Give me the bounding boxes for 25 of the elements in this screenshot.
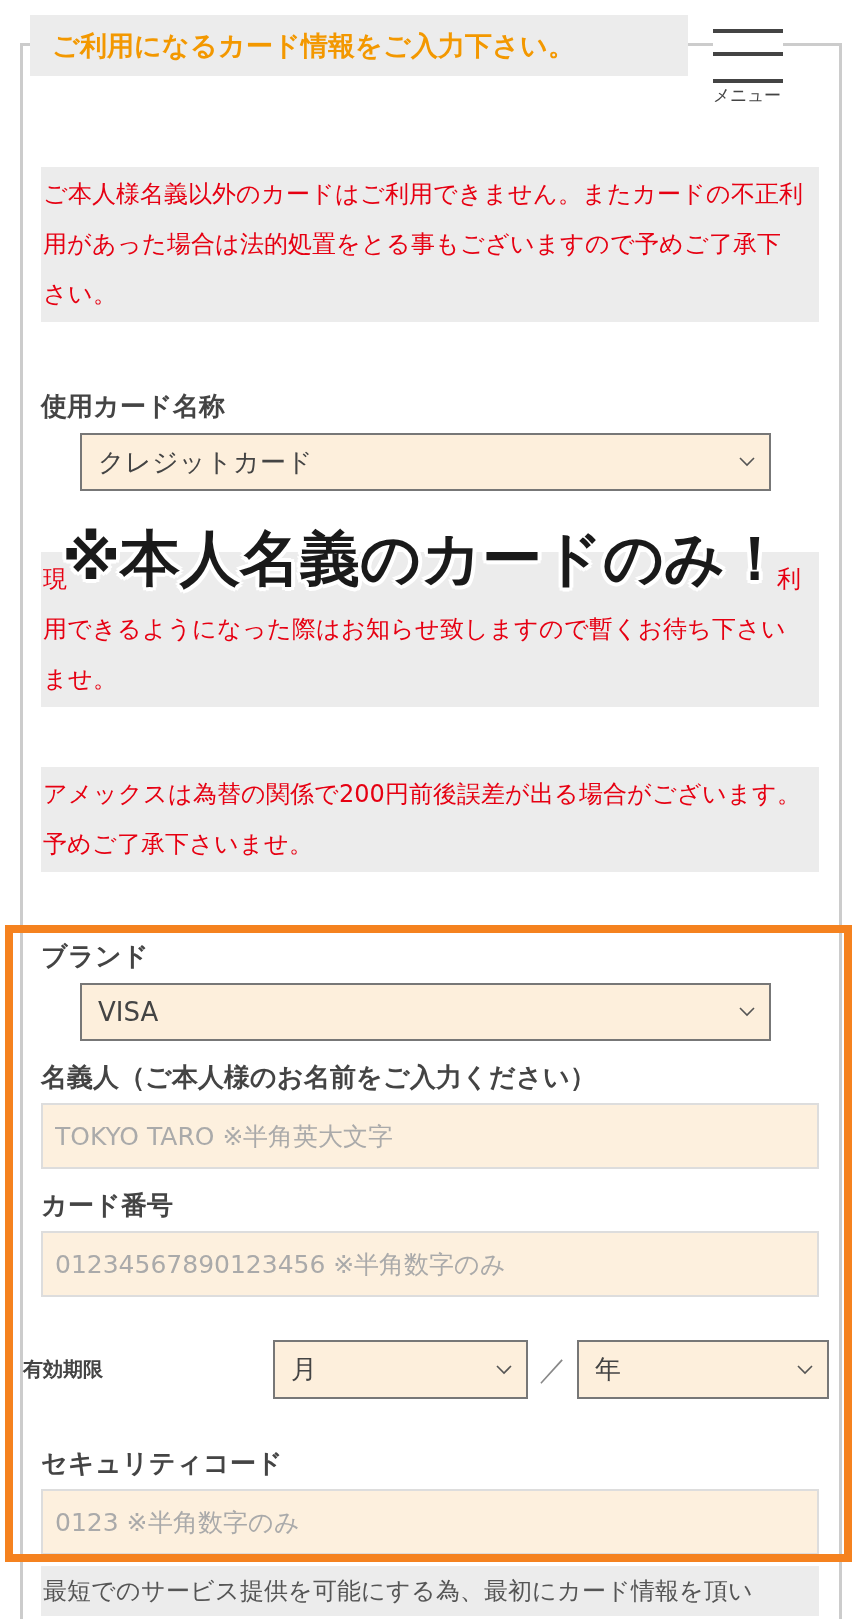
dropdown[interactable]: VISA bbox=[80, 983, 771, 1041]
notice-fragment: 利 bbox=[777, 564, 801, 595]
input-field[interactable]: TOKYO TARO ※半角英大文字 bbox=[41, 1103, 819, 1169]
page-title: ご利用になるカード情報をご入力下さい。 bbox=[30, 15, 688, 76]
field-label: ブランド bbox=[41, 940, 150, 973]
field-label: セキュリティコード bbox=[41, 1447, 284, 1480]
month-dropdown[interactable]: 月 bbox=[273, 1340, 528, 1399]
field-label: 有効期限 bbox=[23, 1356, 104, 1383]
year-dropdown[interactable]: 年 bbox=[577, 1340, 829, 1399]
field-label: 名義人（ご本人様のお名前をご入力ください） bbox=[41, 1061, 597, 1094]
chevron-icon bbox=[739, 457, 755, 467]
input-field[interactable]: 01234567890123456 ※半角数字のみ bbox=[41, 1231, 819, 1297]
field-label: カード番号 bbox=[41, 1189, 174, 1222]
field-label: 使用カード名称 bbox=[41, 390, 226, 423]
info-text: 最短でのサービス提供を可能にする為、最初にカード情報を頂い bbox=[41, 1566, 819, 1616]
dropdown[interactable]: クレジットカード bbox=[80, 433, 771, 491]
input-field[interactable]: 0123 ※半角数字のみ bbox=[41, 1489, 819, 1555]
notice-text: 用できるようになった際はお知らせ致しますので暫くお待ち下さいませ。 bbox=[43, 614, 787, 695]
chevron-icon bbox=[797, 1364, 813, 1375]
menu-icon bbox=[713, 29, 783, 83]
notice-text: アメックスは為替の関係で200円前後誤差が出る場合がございます。予めご了承下さいませ。 bbox=[41, 767, 819, 872]
notice-text: ご本人様名義以外のカードはご利用できません。またカードの不正利用があった場合は法的処置をとる事もございますので予めご了承下さい。 bbox=[41, 167, 819, 322]
chevron-icon bbox=[496, 1364, 512, 1375]
separator-text: ／ bbox=[537, 1351, 568, 1388]
chevron-icon bbox=[739, 1007, 755, 1017]
